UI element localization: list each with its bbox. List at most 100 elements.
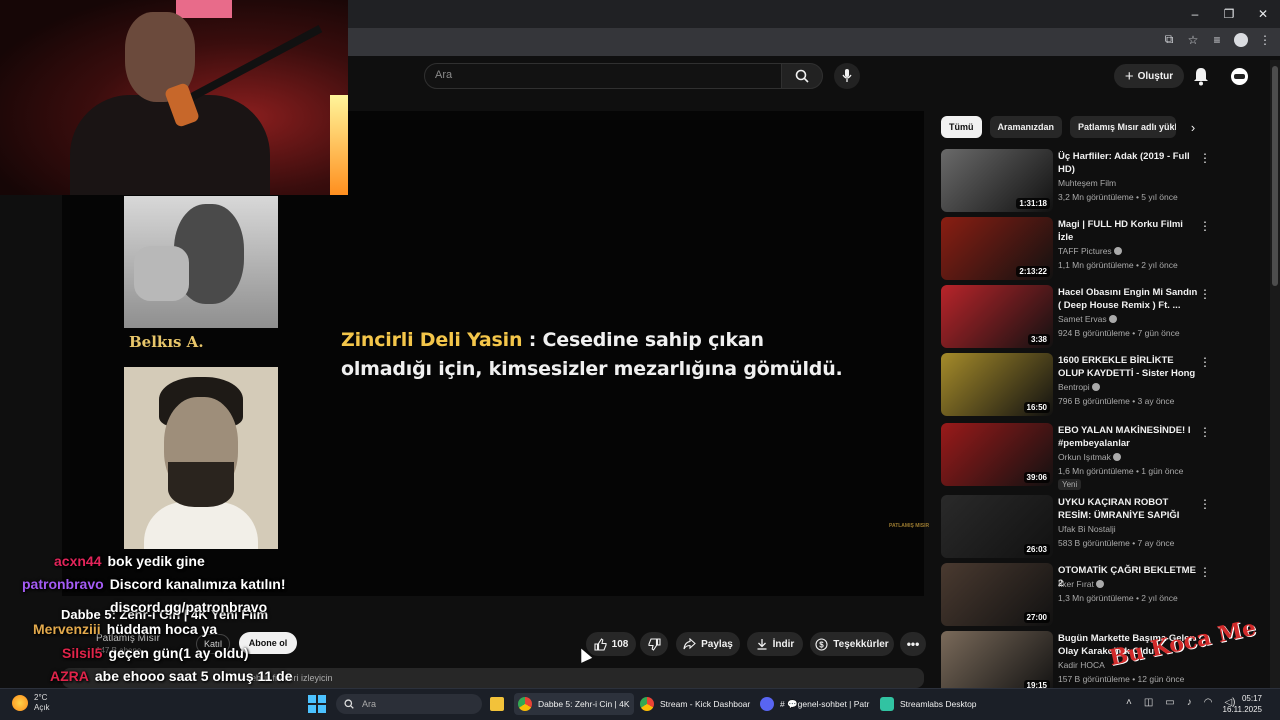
profile-icon[interactable] (1234, 32, 1248, 47)
video-thumbnail[interactable]: 3:38 (941, 285, 1053, 348)
notifications-bell-icon[interactable] (1192, 66, 1210, 86)
account-avatar[interactable] (1229, 66, 1250, 87)
thanks-button[interactable]: $ Teşekkürler (810, 632, 894, 656)
channel-label: Muhteşem Film (1058, 178, 1117, 188)
video-channel[interactable]: Muhteşem Film (1058, 178, 1116, 188)
dislike-button[interactable] (640, 632, 668, 656)
chat-username: patronbravo (22, 576, 104, 592)
recommendation-card[interactable]: 27:00 OTOMATİK ÇAĞRI BEKLETME 2 İlker Fıra… (941, 563, 1216, 627)
address-bar-icons: ⧉ ☆ ≡ ⋮ (1162, 32, 1272, 47)
channel-label: Bentropi (1058, 382, 1090, 392)
more-vertical-icon[interactable]: ⋮ (1199, 565, 1211, 579)
more-vertical-icon[interactable]: ⋮ (1199, 497, 1211, 511)
search-input[interactable]: Ara (435, 69, 452, 81)
download-button[interactable]: İndir (747, 632, 803, 656)
video-channel[interactable]: Orkun Işıtmak (1058, 452, 1121, 462)
video-channel[interactable]: İlker Fırat (1058, 579, 1104, 589)
more-vertical-icon[interactable]: ⋮ (1199, 425, 1211, 439)
chat-message: Mervenziii hüddam hoca ya (33, 621, 217, 637)
browser-menu-icon[interactable]: ⋮ (1258, 33, 1272, 47)
verified-badge-icon (1095, 580, 1104, 588)
taskbar-app-label: Stream - Kick Dashboar (660, 699, 751, 709)
video-thumbnail[interactable]: 26:03 (941, 495, 1053, 558)
chip-from-search[interactable]: Aramanızdan (989, 116, 1063, 138)
video-thumbnail[interactable]: 39:06 (941, 423, 1053, 486)
video-person-label: Belkıs A. (129, 333, 204, 351)
recommendation-card[interactable]: 26:03 UYKU KAÇIRAN ROBOT RESİM: ÜMRANİYE … (941, 495, 1216, 559)
taskbar-search-placeholder: Ara (362, 699, 377, 709)
taskbar-app-kick[interactable]: Stream - Kick Dashboar (636, 693, 754, 715)
video-channel[interactable]: Samet Ervas (1058, 314, 1117, 324)
taskbar-app-streamlabs[interactable]: Streamlabs Desktop (876, 693, 981, 715)
video-thumbnail[interactable]: 27:00 (941, 563, 1053, 626)
recommendation-card[interactable]: 16:50 1600 ERKEKLE BİRLİKTE OLUP KAYDETTİ… (941, 353, 1216, 417)
video-channel[interactable]: TAFF Pictures (1058, 246, 1122, 256)
recommendation-card[interactable]: 3:38 Hacel Obasını Engin Mi Sandın ( Deep… (941, 285, 1216, 349)
thumbs-up-icon (594, 637, 607, 651)
search-button[interactable] (781, 63, 823, 89)
video-title[interactable]: EBO YALAN MAKİNESİNDE! I #pembeyalanlar (1058, 424, 1198, 450)
video-title[interactable]: Hacel Obasını Engin Mi Sandın ( Deep Hou… (1058, 286, 1198, 312)
video-channel[interactable]: Kadir HOCA (1058, 660, 1105, 670)
recommendation-card[interactable]: 1:31:18 Üç Harfliler: Adak (2019 - Full H… (941, 149, 1216, 213)
more-vertical-icon[interactable]: ⋮ (1199, 219, 1211, 233)
recommendation-card[interactable]: 2:13:22 Magi | FULL HD Korku Filmi İzle TA… (941, 217, 1216, 281)
taskbar-app-label: # 💬genel-sohbet | Patr (780, 698, 870, 709)
video-photo-man (124, 367, 278, 549)
video-thumbnail[interactable]: 1:31:18 (941, 149, 1053, 212)
video-thumbnail[interactable]: 16:50 (941, 353, 1053, 416)
minimize-button[interactable]: – (1178, 0, 1212, 28)
video-thumbnail[interactable]: 2:13:22 (941, 217, 1053, 280)
search-icon (344, 699, 354, 709)
install-icon[interactable]: ⧉ (1162, 32, 1176, 47)
more-vertical-icon[interactable]: ⋮ (1199, 355, 1211, 369)
scrollbar-thumb[interactable] (1272, 66, 1278, 286)
video-watermark: PATLAMIŞ MISIR (889, 523, 930, 529)
media-control-icon[interactable]: ≡ (1210, 33, 1224, 47)
more-vertical-icon[interactable]: ⋮ (1199, 287, 1211, 301)
more-vertical-icon[interactable]: ⋮ (1199, 151, 1211, 165)
video-title[interactable]: 1600 ERKEKLE BİRLİKTE OLUP KAYDETTİ - Si… (1058, 354, 1198, 380)
taskbar-app-discord[interactable]: # 💬genel-sohbet | Patr (756, 693, 873, 715)
file-explorer-icon[interactable] (486, 693, 508, 715)
close-button[interactable]: ✕ (1246, 0, 1280, 28)
video-thumbnail[interactable]: 19:15 (941, 631, 1053, 694)
search-box[interactable]: Ara (424, 63, 782, 89)
video-title[interactable]: UYKU KAÇIRAN ROBOT RESİM: ÜMRANİYE SAPIĞ… (1058, 496, 1198, 522)
taskbar-app-youtube[interactable]: Dabbe 5: Zehr-i Cin | 4K (514, 693, 634, 715)
taskbar-clock[interactable]: 05:17 16.11.2025 (1216, 693, 1262, 715)
window-controls: – ❐ ✕ (1178, 0, 1280, 28)
clock-date: 16.11.2025 (1222, 705, 1262, 714)
search-icon (795, 69, 809, 83)
monitor-icon[interactable]: ▭ (1165, 697, 1174, 708)
windows-start-icon[interactable] (308, 695, 326, 713)
tray-overflow-icon[interactable]: ˄ (1126, 697, 1132, 708)
network-icon[interactable]: ◫ (1144, 697, 1153, 708)
chat-text: geçen gün(1 ay oldu) (108, 645, 249, 661)
video-meta: 583 B görüntüleme • 7 ay önce (1058, 538, 1175, 548)
share-label: Paylaş (701, 638, 733, 650)
create-button[interactable]: + Oluştur (1114, 64, 1184, 88)
recommendation-card[interactable]: 39:06 EBO YALAN MAKİNESİNDE! I #pembeyala… (941, 423, 1216, 490)
taskbar-search[interactable]: Ara (336, 694, 482, 714)
chip-all[interactable]: Tümü (941, 116, 982, 138)
more-actions-button[interactable]: ••• (900, 632, 926, 656)
video-duration: 39:06 (1023, 472, 1050, 483)
chat-text: discord.gg/patronbravo (110, 599, 268, 615)
video-title[interactable]: Magi | FULL HD Korku Filmi İzle (1058, 218, 1198, 244)
bookmark-star-icon[interactable]: ☆ (1186, 33, 1200, 47)
svg-text:$: $ (820, 640, 825, 649)
voice-search-button[interactable] (834, 63, 860, 89)
video-subtitle: Zincirli Deli Yasin : Cesedine sahip çık… (341, 326, 861, 384)
video-title[interactable]: Üç Harfliler: Adak (2019 - Full HD) (1058, 150, 1198, 176)
microphone-icon[interactable]: ♪ (1187, 697, 1192, 708)
wifi-icon[interactable]: ◠ (1204, 697, 1213, 708)
weather-widget[interactable]: 2°C Açık (12, 693, 50, 713)
video-channel[interactable]: Ufak Bi Nostalji (1058, 524, 1116, 534)
chevron-right-icon[interactable]: › (1184, 118, 1202, 136)
like-button[interactable]: 108 (586, 632, 636, 656)
maximize-button[interactable]: ❐ (1212, 0, 1246, 28)
video-channel[interactable]: Bentropi (1058, 382, 1100, 392)
chip-channel-uploads[interactable]: Patlamış Mısır adlı yükle (1070, 116, 1177, 138)
share-button[interactable]: Paylaş (676, 632, 740, 656)
